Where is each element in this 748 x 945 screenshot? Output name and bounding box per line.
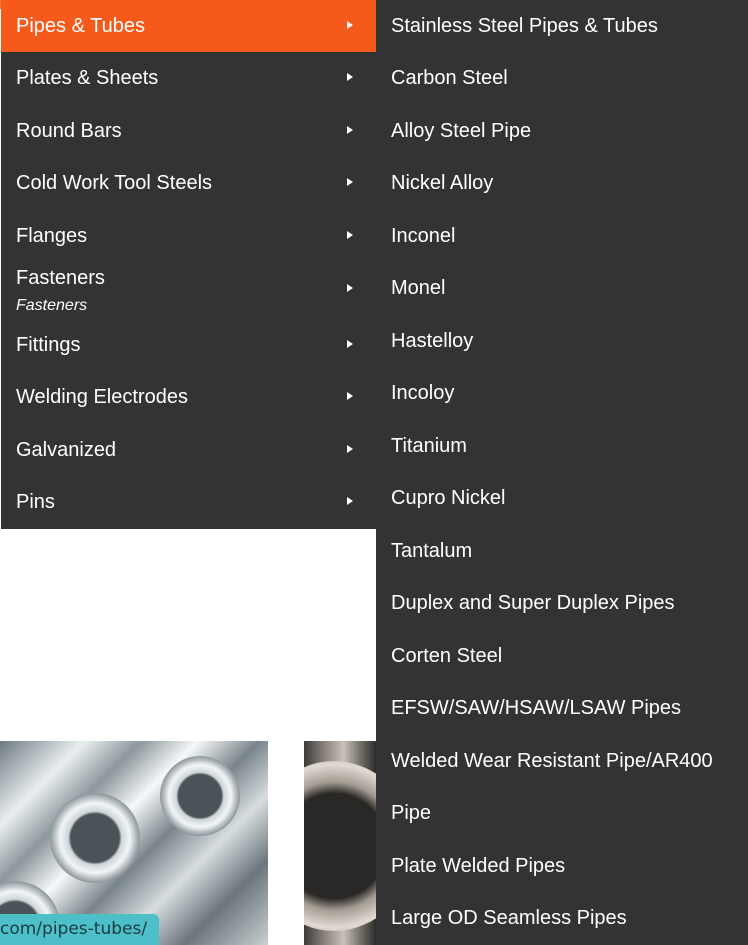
menu-item-label: Pipes & Tubes: [16, 15, 145, 37]
menu-item-label: Welding Electrodes: [16, 386, 188, 408]
submenu-item-carbon-steel[interactable]: Carbon Steel: [391, 52, 508, 104]
menu-item-label: Plates & Sheets: [16, 67, 159, 89]
pipes-tubes-submenu: Stainless Steel Pipes & Tubes Carbon Ste…: [376, 0, 748, 945]
submenu-item-inconel[interactable]: Inconel: [391, 210, 456, 262]
main-dropdown-menu: Pipes & Tubes Plates & Sheets Round Bars…: [1, 0, 376, 529]
menu-item-cold-work-tool-steels[interactable]: Cold Work Tool Steels: [1, 157, 376, 209]
caret-right-icon: [347, 284, 353, 292]
menu-item-plates-sheets[interactable]: Plates & Sheets: [1, 52, 376, 104]
menu-item-pins[interactable]: Pins: [1, 476, 376, 528]
menu-item-sublabel: Fasteners: [16, 297, 88, 314]
submenu-item-large-od-seamless[interactable]: Large OD Seamless Pipes: [391, 892, 627, 944]
submenu-item-efsw-saw[interactable]: EFSW/SAW/HSAW/LSAW Pipes: [391, 682, 681, 734]
submenu-item-welded-wear-resistant[interactable]: Welded Wear Resistant Pipe/AR400: [391, 735, 713, 787]
product-image-tubes[interactable]: [304, 741, 376, 945]
submenu-item-titanium[interactable]: Titanium: [391, 420, 467, 472]
menu-item-welding-electrodes[interactable]: Welding Electrodes: [1, 371, 376, 423]
menu-item-label: Pins: [16, 491, 55, 513]
menu-item-fasteners[interactable]: Fasteners Fasteners: [1, 252, 376, 318]
submenu-item-monel[interactable]: Monel: [391, 262, 445, 314]
caret-right-icon: [347, 445, 353, 453]
submenu-item-duplex[interactable]: Duplex and Super Duplex Pipes: [391, 577, 675, 629]
submenu-item-tantalum[interactable]: Tantalum: [391, 525, 472, 577]
menu-item-galvanized[interactable]: Galvanized: [1, 424, 376, 476]
submenu-item-pipe[interactable]: Pipe: [391, 787, 431, 839]
submenu-item-nickel-alloy[interactable]: Nickel Alloy: [391, 157, 493, 209]
submenu-item-hastelloy[interactable]: Hastelloy: [391, 315, 473, 367]
submenu-item-alloy-steel-pipe[interactable]: Alloy Steel Pipe: [391, 105, 531, 157]
caret-right-icon: [347, 126, 353, 134]
caret-right-icon: [347, 73, 353, 81]
caret-right-icon: [347, 392, 353, 400]
caret-right-icon: [347, 178, 353, 186]
menu-item-label: Round Bars: [16, 120, 122, 142]
tube-end-ring: [304, 761, 376, 931]
status-url-tooltip: com/pipes-tubes/: [0, 914, 160, 945]
pipe-end-ring: [50, 793, 140, 883]
menu-item-pipes-tubes[interactable]: Pipes & Tubes: [1, 0, 376, 52]
menu-item-label: Galvanized: [16, 439, 117, 461]
submenu-item-stainless-steel[interactable]: Stainless Steel Pipes & Tubes: [391, 0, 658, 52]
submenu-item-plate-welded-pipes[interactable]: Plate Welded Pipes: [391, 840, 565, 892]
pipe-end-ring: [160, 756, 240, 836]
menu-item-label: Cold Work Tool Steels: [16, 172, 213, 194]
submenu-item-cupro-nickel[interactable]: Cupro Nickel: [391, 472, 505, 524]
caret-right-icon: [347, 340, 353, 348]
submenu-item-corten-steel[interactable]: Corten Steel: [391, 630, 502, 682]
menu-item-label: Fittings: [16, 334, 81, 356]
caret-right-icon: [347, 497, 353, 505]
menu-item-fittings[interactable]: Fittings: [1, 319, 376, 371]
caret-right-icon: [347, 21, 353, 29]
menu-item-round-bars[interactable]: Round Bars: [1, 105, 376, 157]
submenu-item-incoloy[interactable]: Incoloy: [391, 367, 454, 419]
caret-right-icon: [347, 231, 353, 239]
